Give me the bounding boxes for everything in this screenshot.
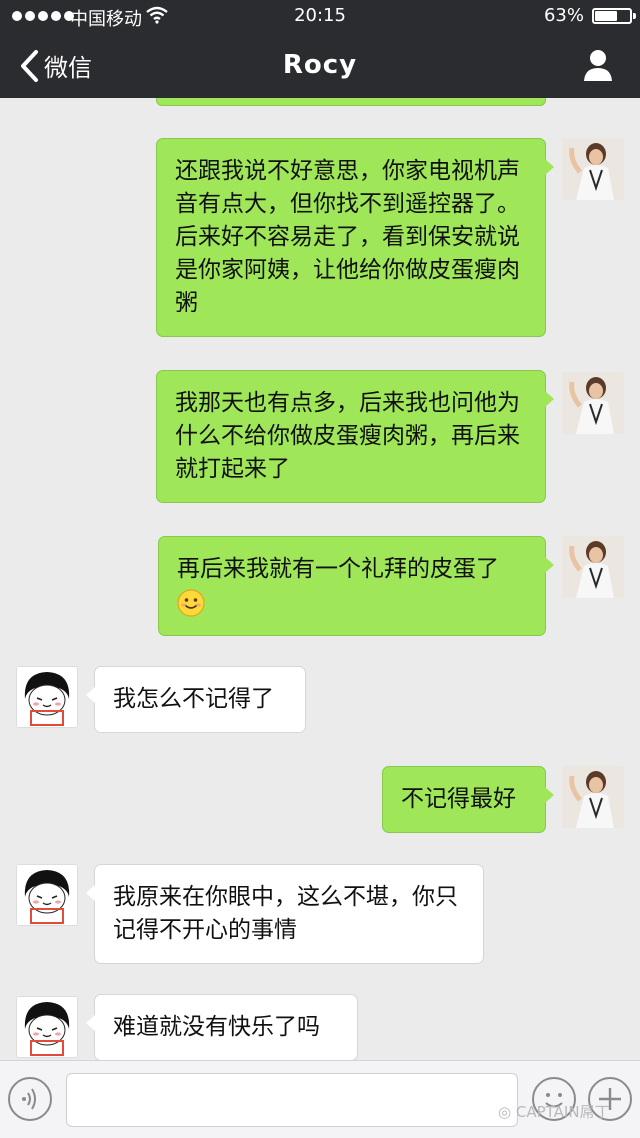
status-bar: 中国移动 20:15 63% — [0, 0, 640, 32]
person-photo-icon — [562, 766, 624, 828]
message-bubble[interactable]: 我原来在你眼中，这么不堪，你只记得不开心的事情 — [86, 864, 484, 964]
smile-emoji-icon — [177, 588, 205, 617]
battery-icon — [592, 8, 636, 24]
message-bubble[interactable]: 不记得最好 — [382, 766, 554, 833]
message-text: 我原来在你眼中，这么不堪，你只记得不开心的事情 — [113, 884, 458, 943]
message-bubble[interactable]: 还跟我说不好意思，你家电视机声音有点大，但你找不到遥控器了。后来好不容易走了，看… — [156, 138, 554, 337]
my-avatar[interactable] — [562, 766, 624, 828]
nav-bar: 微信 Rocy — [0, 32, 640, 98]
previous-message-bubble[interactable] — [156, 98, 546, 106]
contact-avatar[interactable] — [16, 864, 78, 926]
chat-title: Rocy — [282, 50, 358, 80]
message-text: 难道就没有快乐了吗 — [113, 1014, 320, 1040]
cartoon-girl-icon — [17, 865, 77, 925]
contact-avatar[interactable] — [16, 996, 78, 1058]
message-input[interactable] — [66, 1073, 518, 1127]
message-bubble[interactable]: 再后来我就有一个礼拜的皮蛋了 — [158, 536, 554, 636]
message-bubble[interactable]: 难道就没有快乐了吗 — [86, 994, 358, 1060]
voice-wave-icon — [22, 1088, 36, 1110]
message-text: 我那天也有点多，后来我也问他为什么不给你做皮蛋瘦肉粥，再后来就打起来了 — [175, 390, 520, 482]
cartoon-girl-icon — [17, 997, 77, 1057]
voice-button[interactable] — [8, 1077, 52, 1121]
my-avatar[interactable] — [562, 138, 624, 200]
profile-icon[interactable] — [582, 48, 614, 82]
person-photo-icon — [562, 536, 624, 598]
message-text: 不记得最好 — [401, 786, 516, 812]
wechat-logo-icon: ◎ — [498, 1103, 516, 1121]
battery-percent: 63% — [543, 5, 584, 26]
top-bar: 中国移动 20:15 63% 微信 Rocy — [0, 0, 640, 98]
person-photo-icon — [562, 138, 624, 200]
my-avatar[interactable] — [562, 372, 624, 434]
person-photo-icon — [562, 372, 624, 434]
message-text: 我怎么不记得了 — [113, 686, 274, 712]
message-bubble[interactable]: 我怎么不记得了 — [86, 666, 306, 733]
my-avatar[interactable] — [562, 536, 624, 598]
message-text: 还跟我说不好意思，你家电视机声音有点大，但你找不到遥控器了。后来好不容易走了，看… — [175, 158, 520, 316]
cartoon-girl-icon — [17, 667, 77, 727]
contact-avatar[interactable] — [16, 666, 78, 728]
watermark: ◎ CAPTAIN屌丁 — [498, 1101, 610, 1122]
input-bar: ◎ CAPTAIN屌丁 — [0, 1060, 640, 1138]
watermark-text: CAPTAIN屌丁 — [515, 1103, 610, 1121]
chat-area[interactable]: 还跟我说不好意思，你家电视机声音有点大，但你找不到遥控器了。后来好不容易走了，看… — [0, 98, 640, 1060]
message-bubble[interactable]: 我那天也有点多，后来我也问他为什么不给你做皮蛋瘦肉粥，再后来就打起来了 — [156, 370, 554, 503]
message-text: 再后来我就有一个礼拜的皮蛋了 — [177, 556, 499, 582]
